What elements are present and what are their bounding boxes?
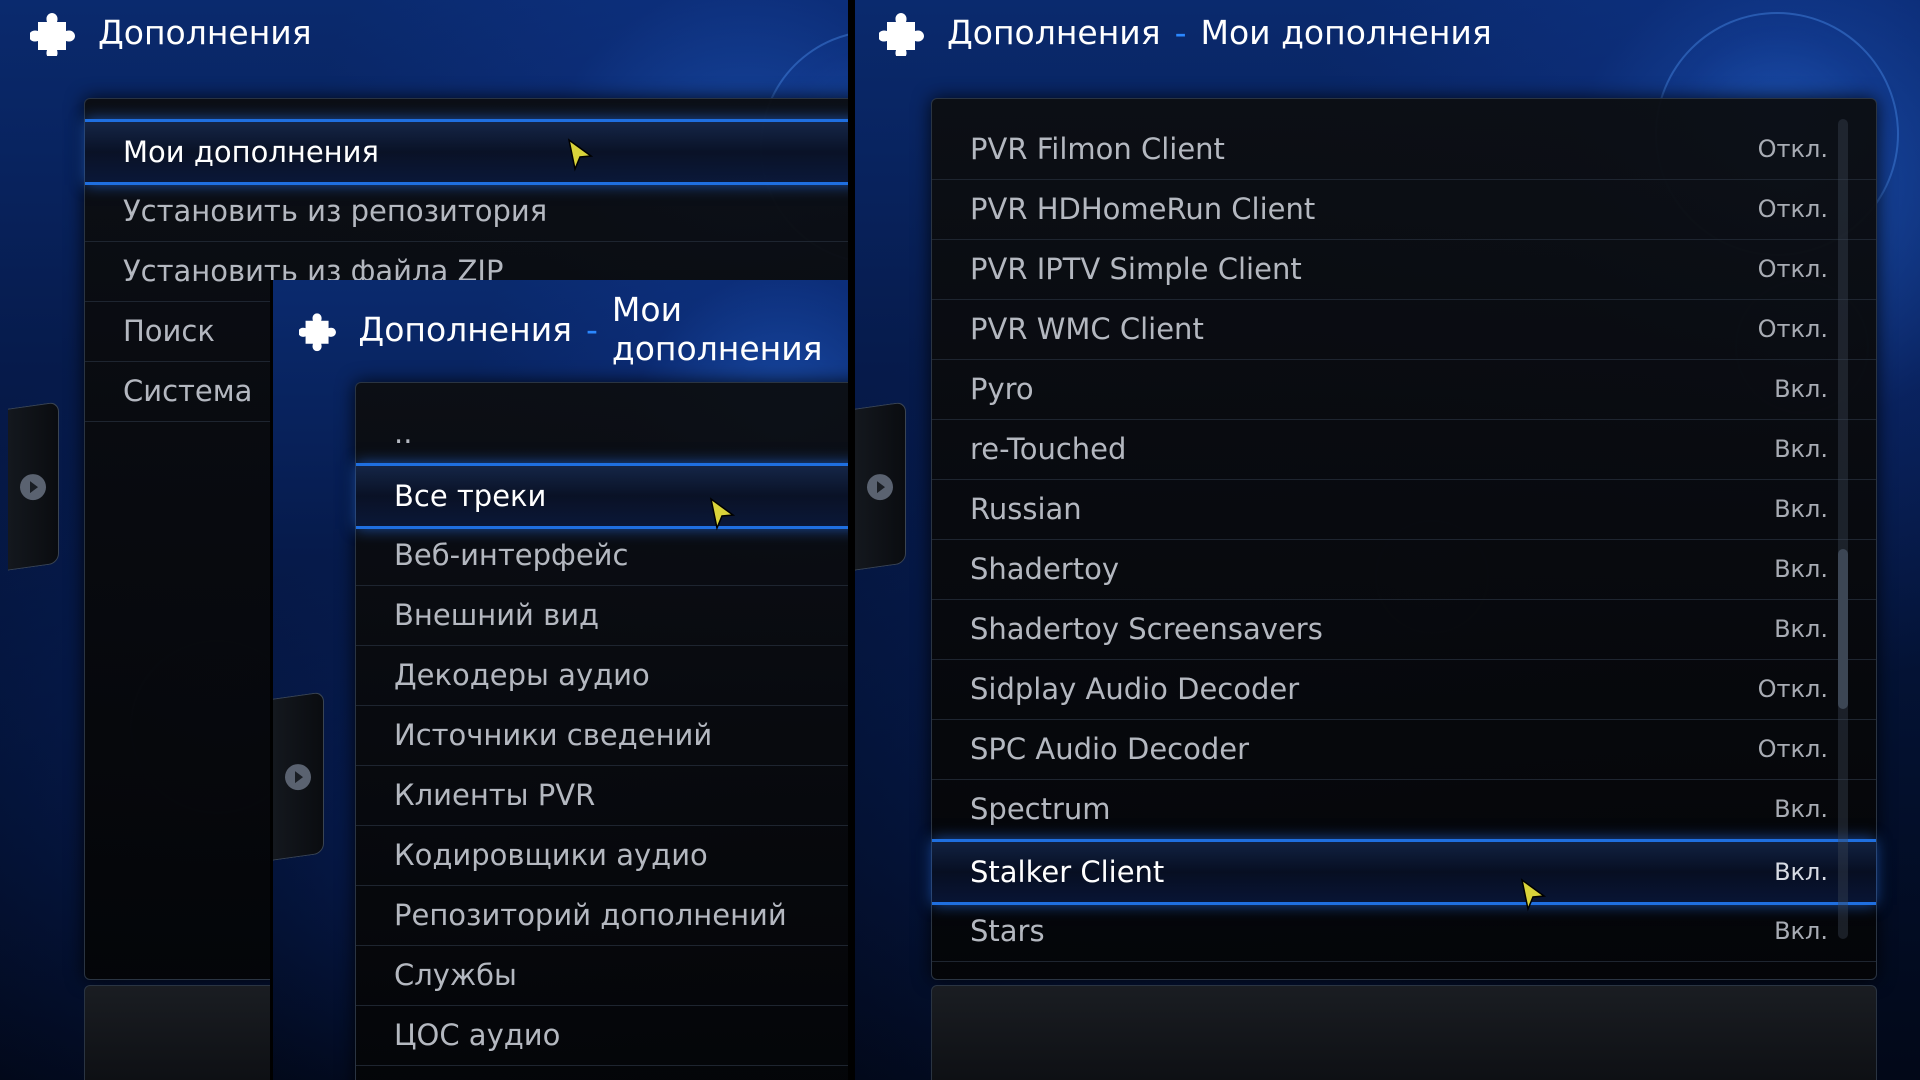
list-item-label: Кодировщики аудио xyxy=(394,838,708,872)
list-item-label: ЦОС аудио xyxy=(394,1018,561,1052)
right-side-tab[interactable] xyxy=(855,401,906,571)
list-item-label: Источники сведений xyxy=(394,718,713,752)
menu-item-my-addons[interactable]: Мои дополнения xyxy=(85,119,848,185)
menu-item-label: Установить из репозитория xyxy=(123,194,548,228)
addon-row[interactable]: re-Touched Вкл. xyxy=(932,419,1876,480)
list-item[interactable]: Кодировщики аудио xyxy=(356,825,848,886)
list-item-label: .. xyxy=(394,416,413,450)
header-title: Дополнения xyxy=(358,309,572,349)
list-item-label: Веб-интерфейс xyxy=(394,538,629,572)
addon-name: Shadertoy xyxy=(970,552,1120,586)
addon-status: Откл. xyxy=(1757,255,1828,283)
middle-panel: Дополнения - Мои дополнения .. Все треки… xyxy=(270,280,848,1080)
menu-item-label: Поиск xyxy=(123,314,215,348)
addon-name: PVR WMC Client xyxy=(970,312,1204,346)
left-side-tab[interactable] xyxy=(8,401,59,571)
addon-row[interactable]: Spectrum Вкл. xyxy=(932,779,1876,840)
right-footer xyxy=(931,985,1877,1080)
addon-row[interactable]: SPC Audio Decoder Откл. xyxy=(932,719,1876,780)
addon-name: re-Touched xyxy=(970,432,1127,466)
list-item-label: Декодеры аудио xyxy=(394,658,650,692)
addon-name: Shadertoy Screensavers xyxy=(970,612,1323,646)
addon-row[interactable]: PVR IPTV Simple Client Откл. xyxy=(932,239,1876,300)
addon-row[interactable]: PVR WMC Client Откл. xyxy=(932,299,1876,360)
addon-row[interactable]: Shadertoy Screensavers Вкл. xyxy=(932,599,1876,660)
play-arrow-icon xyxy=(285,764,311,791)
addon-status: Вкл. xyxy=(1774,917,1828,945)
list-item[interactable]: Внешний вид xyxy=(356,585,848,646)
left-panel: Дополнения Мои дополнения Установить из … xyxy=(0,0,848,1080)
addon-name: Spectrum xyxy=(970,792,1111,826)
header-separator: - xyxy=(1174,12,1187,52)
addon-status: Откл. xyxy=(1757,735,1828,763)
addon-name: Sidplay Audio Decoder xyxy=(970,672,1300,706)
play-arrow-icon xyxy=(20,474,46,501)
right-header: Дополнения - Мои дополнения xyxy=(879,8,1492,56)
scrollbar-thumb[interactable] xyxy=(1838,549,1848,709)
right-panel: Дополнения - Мои дополнения PVR Filmon C… xyxy=(855,0,1920,1080)
menu-item-label: Система xyxy=(123,374,253,408)
addon-status: Откл. xyxy=(1757,195,1828,223)
addon-row-selected[interactable]: Stalker Client Вкл. xyxy=(932,839,1876,905)
list-item-label: Репозиторий дополнений xyxy=(394,898,787,932)
addon-row[interactable]: PVR HDHomeRun Client Откл. xyxy=(932,179,1876,240)
addon-status: Вкл. xyxy=(1774,858,1828,886)
addon-row[interactable]: Stars Вкл. xyxy=(932,901,1876,962)
scrollbar[interactable] xyxy=(1838,119,1848,939)
addon-status: Вкл. xyxy=(1774,495,1828,523)
menu-item-label: Мои дополнения xyxy=(123,135,379,169)
list-item-all-tracks[interactable]: Все треки xyxy=(356,463,848,529)
play-arrow-icon xyxy=(867,474,893,501)
addon-row[interactable]: Shadertoy Вкл. xyxy=(932,539,1876,600)
middle-menu-frame: .. Все треки Веб-интерфейс Внешний вид Д… xyxy=(355,382,848,1080)
addon-status: Вкл. xyxy=(1774,375,1828,403)
list-item[interactable]: Репозиторий дополнений xyxy=(356,885,848,946)
addon-name: PVR Filmon Client xyxy=(970,132,1225,166)
header-subtitle: Мои дополнения xyxy=(1200,12,1492,52)
addon-status: Вкл. xyxy=(1774,615,1828,643)
header-separator: - xyxy=(586,309,598,349)
addon-status: Откл. xyxy=(1757,675,1828,703)
addon-row[interactable]: PVR Filmon Client Откл. xyxy=(932,119,1876,180)
header-subtitle: Мои дополнения xyxy=(611,290,823,368)
addon-status: Вкл. xyxy=(1774,795,1828,823)
addon-status: Вкл. xyxy=(1774,435,1828,463)
addon-row[interactable]: Sidplay Audio Decoder Откл. xyxy=(932,659,1876,720)
addon-name: PVR IPTV Simple Client xyxy=(970,252,1302,286)
addon-name: SPC Audio Decoder xyxy=(970,732,1250,766)
addon-name: Russian xyxy=(970,492,1082,526)
menu-item-install-from-repo[interactable]: Установить из репозитория xyxy=(85,181,848,242)
list-item[interactable]: Веб-интерфейс xyxy=(356,525,848,586)
list-item[interactable]: Источники сведений xyxy=(356,705,848,766)
puzzle-icon xyxy=(30,13,75,56)
puzzle-icon xyxy=(879,13,924,56)
list-item-label: Внешний вид xyxy=(394,598,600,632)
list-item[interactable]: Службы xyxy=(356,945,848,1006)
addon-name: PVR HDHomeRun Client xyxy=(970,192,1316,226)
panel-divider xyxy=(848,0,855,1080)
addon-name: Pyro xyxy=(970,372,1034,406)
header-title: Дополнения xyxy=(98,12,312,52)
addon-name: Stars xyxy=(970,914,1045,948)
list-item[interactable]: ЦОС аудио xyxy=(356,1005,848,1066)
list-item-label: Клиенты PVR xyxy=(394,778,596,812)
addon-status: Откл. xyxy=(1757,315,1828,343)
addon-row[interactable]: Pyro Вкл. xyxy=(932,359,1876,420)
header-title: Дополнения xyxy=(947,12,1161,52)
list-item-parent[interactable]: .. xyxy=(356,403,848,464)
addon-row[interactable]: Russian Вкл. xyxy=(932,479,1876,540)
addon-name: Stalker Client xyxy=(970,855,1165,889)
addon-status: Вкл. xyxy=(1774,555,1828,583)
list-item[interactable]: Клиенты PVR xyxy=(356,765,848,826)
puzzle-icon xyxy=(299,313,336,352)
list-item-label: Службы xyxy=(394,958,517,992)
addon-list-frame: PVR Filmon Client Откл. PVR HDHomeRun Cl… xyxy=(931,98,1877,980)
list-item-label: Все треки xyxy=(394,479,547,513)
left-header: Дополнения xyxy=(30,8,312,56)
addon-status: Откл. xyxy=(1757,135,1828,163)
middle-header: Дополнения - Мои дополнения xyxy=(299,290,848,368)
middle-side-tab[interactable] xyxy=(273,691,324,861)
list-item[interactable]: Декодеры аудио xyxy=(356,645,848,706)
